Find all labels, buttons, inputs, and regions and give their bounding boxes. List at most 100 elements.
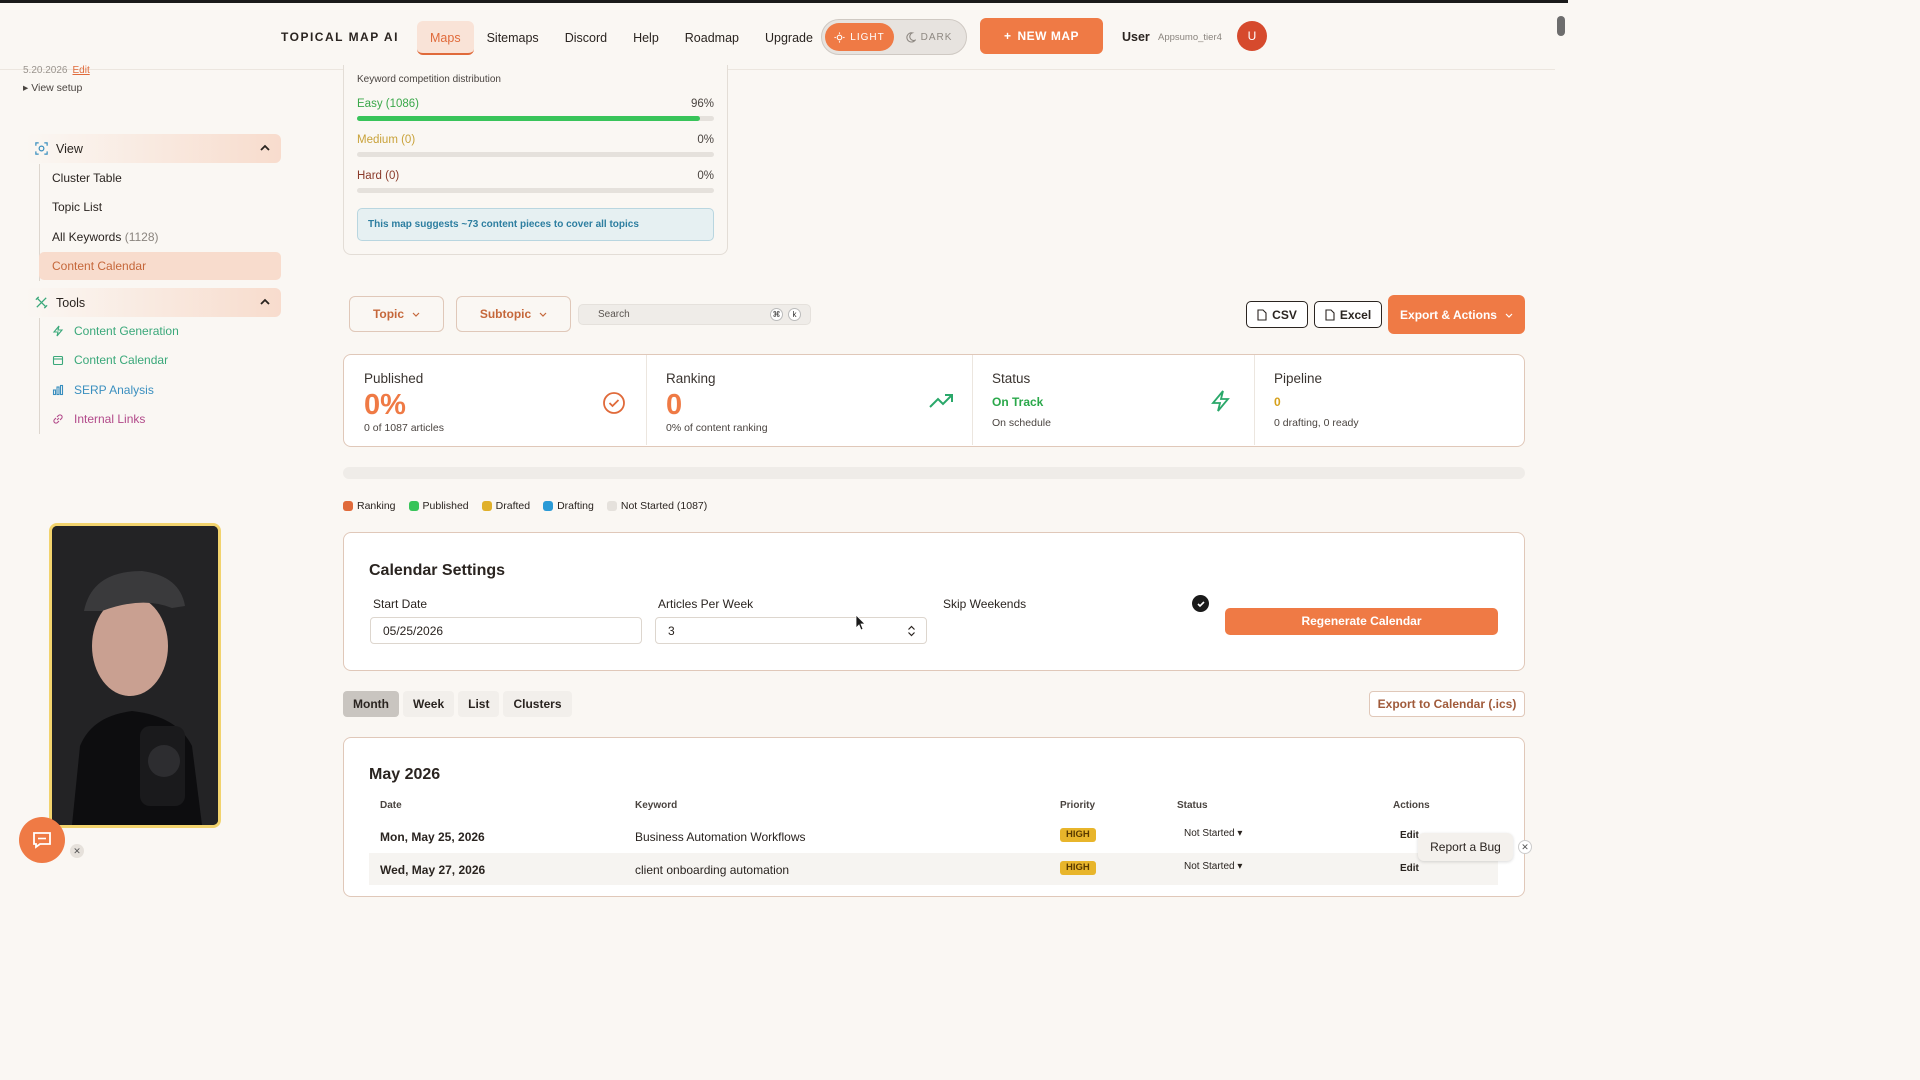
status-dropdown-value: Not Started	[1184, 861, 1235, 872]
sidebar-item-cluster-table[interactable]: Cluster Table	[39, 164, 281, 192]
stepper-icon[interactable]	[907, 625, 916, 637]
tool-internal-links[interactable]: Internal Links	[52, 407, 145, 431]
app-logo[interactable]: TOPICAL MAP AI	[281, 30, 399, 44]
nav-maps[interactable]: Maps	[417, 21, 474, 55]
chat-button[interactable]	[19, 817, 65, 863]
sidebar-item-content-calendar[interactable]: Content Calendar	[39, 252, 281, 280]
tools-section-label: Tools	[56, 295, 86, 310]
nav-sitemaps[interactable]: Sitemaps	[474, 21, 552, 55]
legend-item: Ranking	[343, 500, 396, 512]
stat-status-value: On Track	[992, 395, 1044, 409]
csv-label: CSV	[1272, 307, 1297, 322]
export-ics-button[interactable]: Export to Calendar (.ics)	[1369, 691, 1525, 717]
theme-toggle[interactable]: LIGHT DARK	[821, 19, 967, 55]
csv-export-button[interactable]: CSV	[1246, 301, 1308, 328]
distribution-label: Medium (0)	[357, 134, 416, 146]
row-date: Mon, May 25, 2026	[380, 830, 485, 844]
nav-help[interactable]: Help	[620, 21, 672, 55]
chevron-up-icon	[260, 298, 270, 305]
articles-per-week-input[interactable]: 3	[655, 617, 927, 644]
top-navbar: TOPICAL MAP AI Maps Sitemaps Discord Hel…	[0, 3, 1555, 70]
sidebar-item-topic-list[interactable]: Topic List	[39, 193, 281, 221]
chat-icon	[33, 832, 51, 849]
stats-panel: Published 0% 0 of 1087 articles Ranking …	[343, 354, 1525, 447]
topic-filter-dropdown[interactable]: Topic	[349, 296, 444, 332]
close-report-bug-icon[interactable]: ✕	[1518, 840, 1532, 854]
tool-content-generation[interactable]: Content Generation	[52, 319, 179, 343]
status-dropdown[interactable]: Not Started ▾	[1176, 857, 1253, 877]
view-section-header[interactable]: View	[26, 134, 281, 163]
stat-value: 0	[666, 389, 683, 421]
skip-weekends-label: Skip Weekends	[943, 597, 1027, 611]
report-bug-button[interactable]: Report a Bug	[1418, 833, 1513, 861]
excel-export-button[interactable]: Excel	[1314, 301, 1382, 328]
nav-roadmap[interactable]: Roadmap	[672, 21, 752, 55]
nav-upgrade[interactable]: Upgrade	[752, 21, 826, 55]
priority-badge: HIGH	[1060, 828, 1096, 842]
sidebar-item-all-keywords[interactable]: All Keywords (1128)	[39, 223, 281, 251]
tab-week[interactable]: Week	[402, 691, 455, 717]
new-map-button[interactable]: + NEW MAP	[980, 18, 1103, 54]
stat-sub: On schedule	[992, 417, 1051, 429]
k-key-hint: k	[788, 308, 801, 321]
tab-clusters[interactable]: Clusters	[503, 691, 572, 717]
legend-label: Drafted	[495, 500, 531, 512]
theme-dark-button[interactable]: DARK	[894, 23, 963, 51]
start-date-input[interactable]: 05/25/2026	[370, 617, 642, 644]
column-header-actions: Actions	[1393, 800, 1430, 811]
distribution-bar-easy	[357, 116, 714, 121]
content-progress-bar	[343, 467, 1525, 479]
subtopic-filter-dropdown[interactable]: Subtopic	[456, 296, 571, 332]
sidebar-item-label: Cluster Table	[52, 171, 122, 185]
legend-swatch	[481, 501, 492, 511]
presenter-video	[52, 526, 218, 825]
stat-ranking: Ranking 0 0% of content ranking	[646, 355, 972, 445]
column-header-keyword: Keyword	[635, 800, 678, 811]
tool-content-calendar[interactable]: Content Calendar	[52, 348, 168, 372]
legend-item: Drafted	[481, 500, 531, 512]
close-chat-icon[interactable]: ✕	[70, 844, 84, 858]
table-row[interactable]: Wed, May 27, 2026 client onboarding auto…	[369, 853, 1498, 885]
row-date: Wed, May 27, 2026	[380, 863, 486, 877]
tab-list[interactable]: List	[458, 691, 500, 717]
distribution-label: Easy (1086)	[357, 98, 420, 110]
regenerate-calendar-button[interactable]: Regenerate Calendar	[1225, 608, 1498, 635]
edit-button[interactable]: Edit	[1400, 830, 1419, 841]
stat-title: Ranking	[666, 371, 716, 386]
tool-serp-analysis[interactable]: SERP Analysis	[52, 378, 154, 402]
edit-button[interactable]: Edit	[1400, 863, 1419, 874]
webcam-video-overlay[interactable]	[49, 523, 221, 828]
table-row[interactable]: Mon, May 25, 2026 Business Automation Wo…	[369, 820, 1498, 852]
map-date-text: 5.20.2026	[23, 65, 68, 76]
priority-badge: HIGH	[1060, 861, 1096, 875]
status-dropdown-value: Not Started	[1184, 828, 1235, 839]
tools-tree-line	[39, 318, 40, 434]
view-icon	[35, 142, 48, 155]
sidebar-item-label: Topic List	[52, 200, 103, 214]
view-section-label: View	[56, 141, 83, 156]
avatar[interactable]: U	[1237, 21, 1267, 51]
moon-icon	[906, 31, 916, 43]
theme-light-button[interactable]: LIGHT	[825, 23, 894, 51]
search-input[interactable]: Search ⌘ k	[578, 304, 811, 325]
distribution-bar-medium	[357, 152, 714, 157]
scrollbar-thumb[interactable]	[1557, 16, 1565, 36]
legend-label: Not Started (1087)	[620, 500, 708, 512]
legend-swatch	[543, 501, 554, 511]
articles-per-week-label: Articles Per Week	[658, 597, 754, 611]
distribution-pct: 0%	[697, 134, 714, 146]
skip-weekends-checkbox[interactable]	[1192, 595, 1209, 612]
status-dropdown[interactable]: Not Started ▾	[1176, 824, 1253, 844]
plus-icon: +	[1003, 29, 1012, 43]
export-actions-button[interactable]: Export & Actions	[1388, 295, 1525, 334]
nav-discord[interactable]: Discord	[552, 21, 620, 55]
legend-swatch	[408, 501, 419, 511]
start-date-label: Start Date	[373, 597, 428, 611]
new-map-label: NEW MAP	[1017, 29, 1079, 43]
tools-section-header[interactable]: Tools	[26, 288, 281, 317]
date-edit-link[interactable]: Edit	[73, 65, 90, 76]
tab-month[interactable]: Month	[343, 691, 399, 717]
distribution-pct: 96%	[690, 98, 714, 110]
view-setup-toggle[interactable]: ▸ View setup	[23, 82, 82, 94]
theme-dark-label: DARK	[920, 31, 953, 43]
